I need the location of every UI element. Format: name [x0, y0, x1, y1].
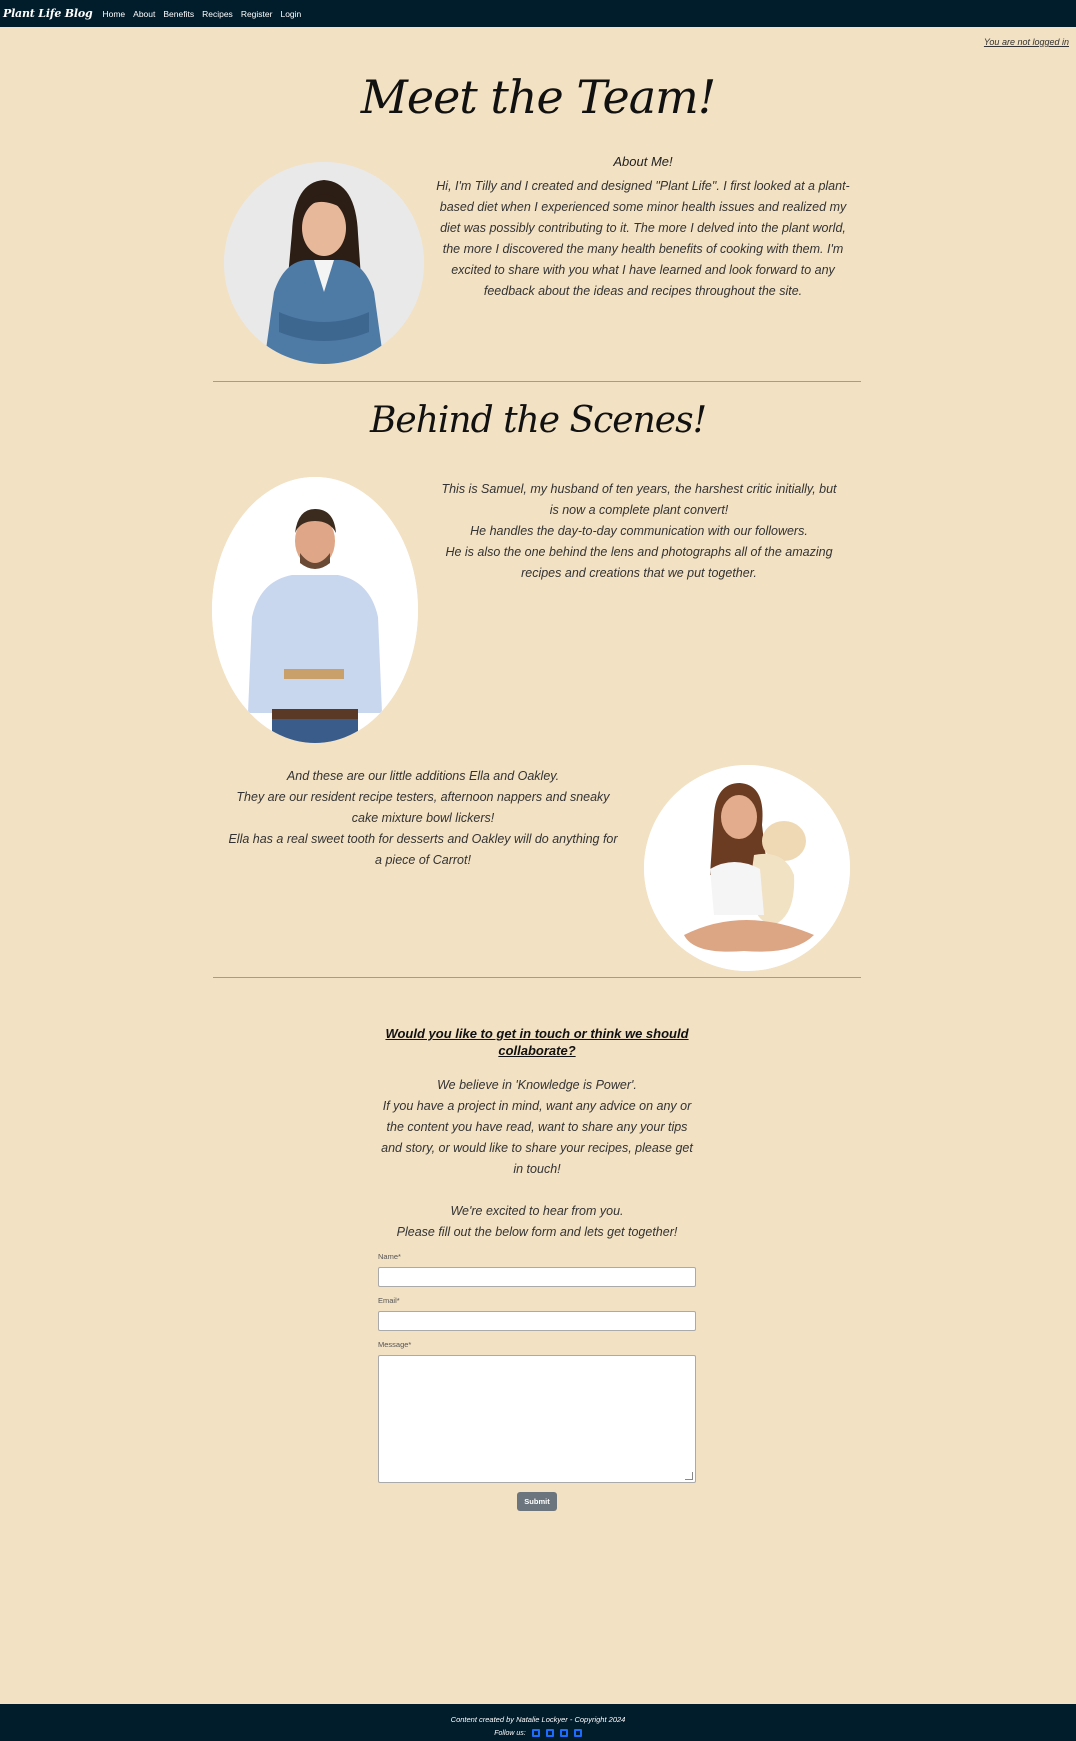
page-title: Meet the Team! — [360, 70, 716, 124]
nav-benefits[interactable]: Benefits — [163, 9, 194, 19]
section-divider — [213, 381, 861, 382]
youtube-icon[interactable] — [573, 1729, 582, 1737]
footer-credit: Content created by Natalie Lockyer - Cop… — [450, 1715, 626, 1724]
ella-description: And these are our little additions Ella … — [224, 766, 622, 871]
login-status: You are not logged in — [983, 37, 1069, 47]
message-label: Message* — [378, 1340, 412, 1349]
samuel-line: He handles the day-to-day communication … — [470, 524, 808, 538]
resize-handle-icon[interactable] — [685, 1472, 693, 1480]
nav-home[interactable]: Home — [102, 9, 125, 19]
samuel-description: This is Samuel, my husband of ten years,… — [436, 479, 842, 584]
email-input[interactable] — [378, 1311, 696, 1331]
nav-register[interactable]: Register — [241, 9, 273, 19]
about-me-title: About Me! — [613, 154, 673, 169]
ella-line: They are our resident recipe testers, af… — [236, 790, 610, 825]
linkedin-icon[interactable] — [559, 1729, 568, 1737]
name-input[interactable] — [378, 1267, 696, 1287]
nav-recipes[interactable]: Recipes — [202, 9, 233, 19]
email-label: Email* — [378, 1296, 400, 1305]
contact-heading: Would you like to get in touch or think … — [385, 1026, 689, 1058]
facebook-icon[interactable] — [531, 1729, 540, 1737]
submit-button[interactable]: Submit — [517, 1492, 557, 1511]
ella-line: And these are our little additions Ella … — [286, 769, 560, 783]
about-me-text: Hi, I'm Tilly and I created and designed… — [436, 179, 850, 298]
contact-line: If you have a project in mind, want any … — [381, 1099, 693, 1176]
section-divider — [213, 977, 861, 978]
name-label: Name* — [378, 1252, 401, 1261]
contact-line — [378, 1180, 696, 1201]
footer-follow: Follow us: — [0, 1729, 1076, 1737]
behind-scenes-title: Behind the Scenes! — [369, 400, 707, 441]
ella-line: Ella has a real sweet tooth for desserts… — [228, 832, 618, 867]
tilly-photo — [224, 162, 424, 364]
ella-and-oakley-photo — [644, 765, 850, 971]
contact-line: We're excited to hear from you. — [450, 1204, 624, 1218]
message-textarea[interactable] — [378, 1355, 696, 1483]
contact-intro: We believe in 'Knowledge is Power'. If y… — [378, 1075, 696, 1243]
footer: Content created by Natalie Lockyer - Cop… — [0, 1704, 1076, 1741]
nav-about[interactable]: About — [133, 9, 155, 19]
contact-line: Please fill out the below form and lets … — [396, 1225, 678, 1239]
samuel-line: This is Samuel, my husband of ten years,… — [441, 482, 837, 517]
samuel-photo — [212, 477, 418, 743]
navbar: Plant Life Blog Home About Benefits Reci… — [0, 0, 1076, 27]
samuel-line: He is also the one behind the lens and p… — [445, 545, 833, 580]
follow-label: Follow us: — [494, 1729, 526, 1737]
twitter-icon[interactable] — [545, 1729, 554, 1737]
nav-login[interactable]: Login — [280, 9, 301, 19]
contact-line: We believe in 'Knowledge is Power'. — [437, 1078, 637, 1092]
brand-logo[interactable]: Plant Life Blog — [3, 7, 93, 20]
